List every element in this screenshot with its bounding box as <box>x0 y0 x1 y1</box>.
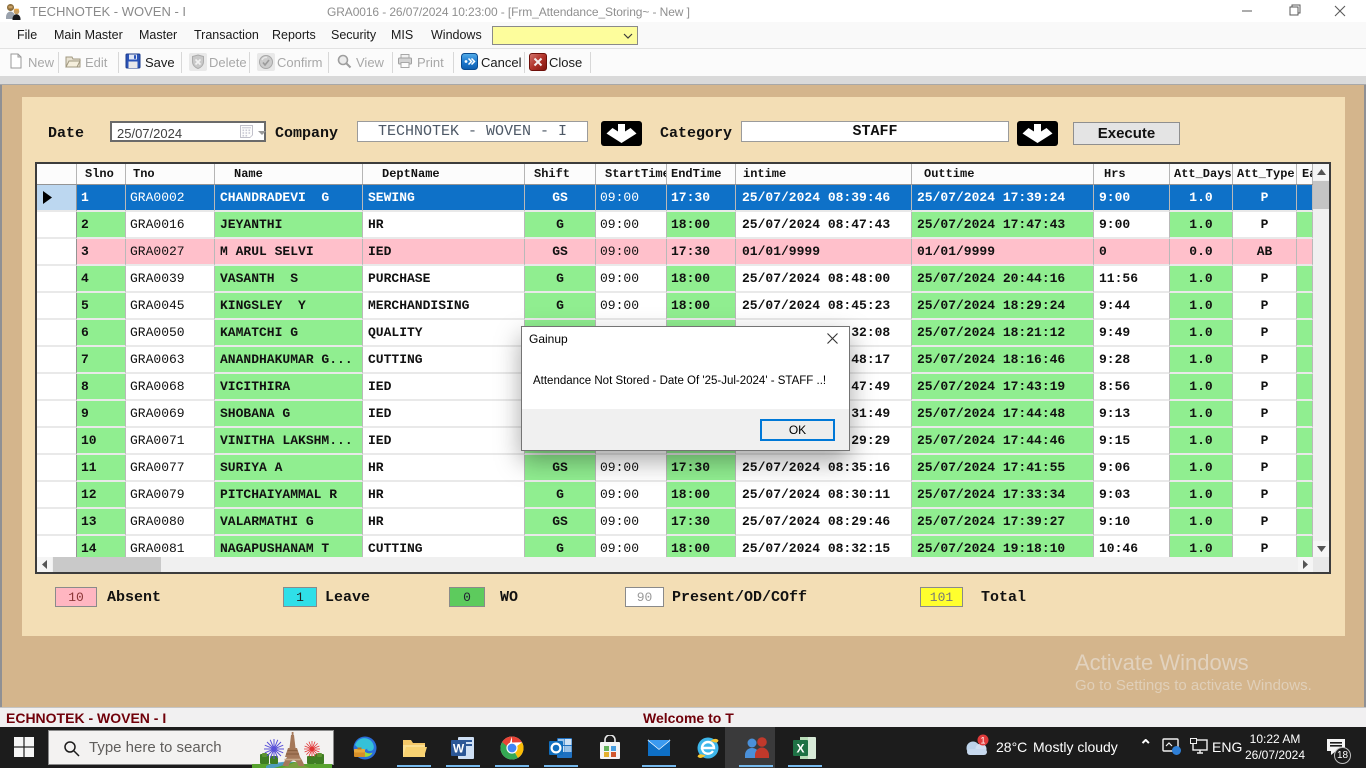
svg-text:X: X <box>796 742 804 756</box>
svg-text:1: 1 <box>980 736 985 746</box>
svg-text:W: W <box>453 742 465 756</box>
